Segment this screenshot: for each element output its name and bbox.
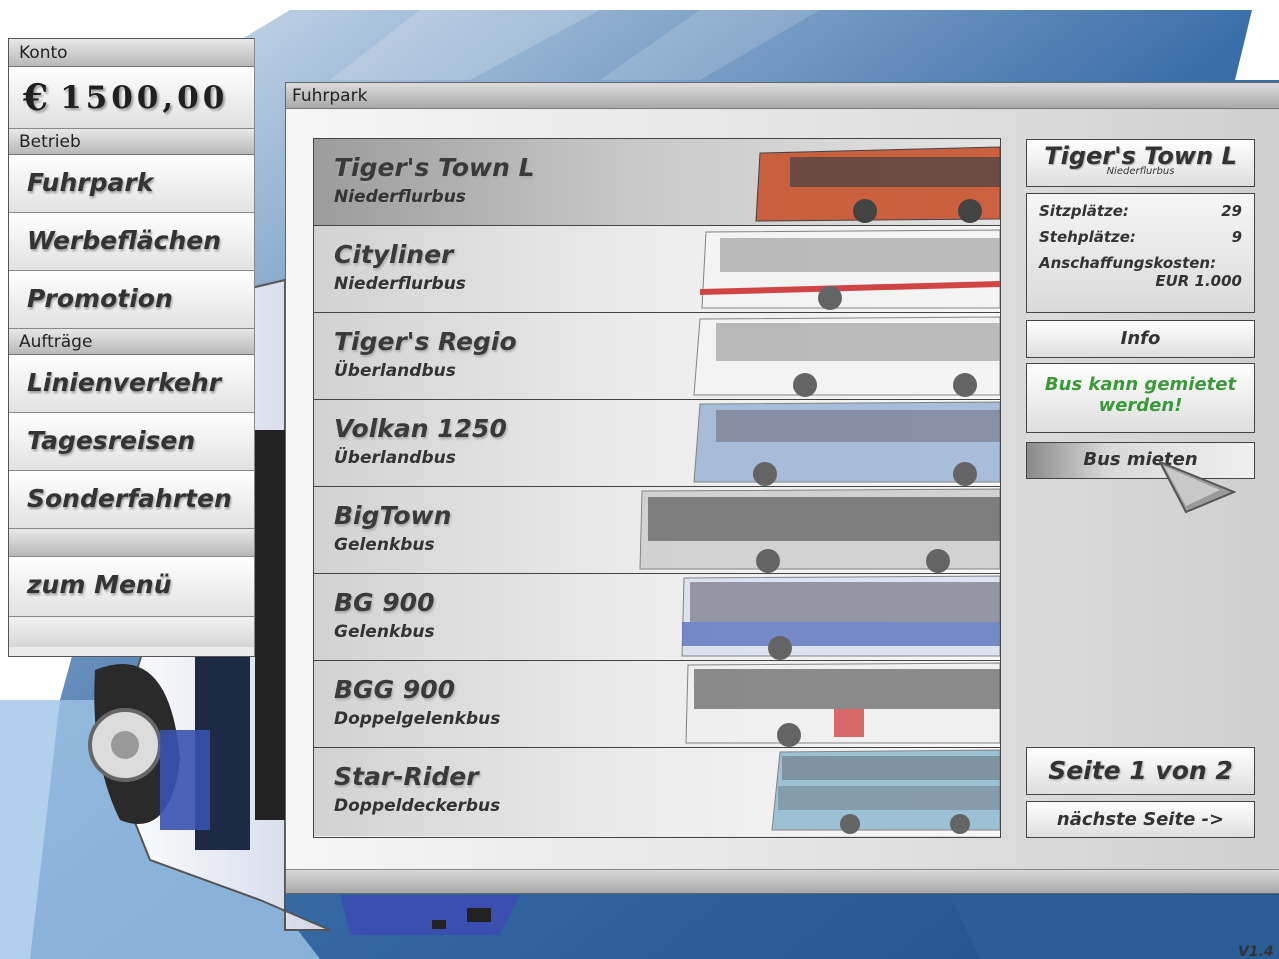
bus-type: Überlandbus	[334, 361, 456, 381]
seats-row: Sitzplätze: 29	[1039, 202, 1242, 228]
bus-image	[639, 488, 1000, 573]
bus-row[interactable]: Tiger's Regio Überlandbus	[314, 313, 1000, 400]
bus-list: Tiger's Town L Niederflurbus Cityliner N…	[313, 138, 1001, 838]
standing-value: 9	[1231, 228, 1242, 246]
next-page-button[interactable]: nächste Seite ->	[1026, 801, 1255, 838]
bus-image	[681, 575, 1000, 660]
bus-image	[771, 749, 1000, 834]
bus-row[interactable]: BGG 900 Doppelgelenkbus	[314, 661, 1000, 748]
menu-divider	[9, 529, 254, 557]
cost-label: Anschaffungskosten:	[1039, 254, 1217, 272]
page-indicator: Seite 1 von 2	[1026, 747, 1255, 795]
bus-image	[755, 146, 1000, 223]
menu-footer	[9, 617, 254, 647]
pointer-cursor-icon	[1158, 460, 1237, 514]
bus-name: Tiger's Town L	[334, 153, 535, 182]
bus-row[interactable]: BG 900 Gelenkbus	[314, 574, 1000, 661]
bus-type: Doppeldeckerbus	[334, 796, 501, 816]
left-menu: Konto € 1500,00 Betrieb Fuhrpark Werbefl…	[8, 38, 255, 657]
bus-name: BG 900	[334, 588, 435, 617]
standing-row: Stehplätze: 9	[1039, 228, 1242, 254]
bus-type: Niederflurbus	[334, 274, 466, 294]
bus-name: BGG 900	[334, 675, 455, 704]
bus-row[interactable]: Cityliner Niederflurbus	[314, 226, 1000, 313]
section-betrieb: Betrieb	[9, 129, 254, 155]
bus-row[interactable]: Star-Rider Doppeldeckerbus	[314, 748, 1000, 836]
bus-name: BigTown	[334, 501, 452, 530]
selected-bus-title: Tiger's Town L Niederflurbus	[1026, 139, 1255, 187]
menu-tagesreisen[interactable]: Tagesreisen	[9, 413, 254, 471]
menu-sonderfahrten[interactable]: Sonderfahrten	[9, 471, 254, 529]
bus-name: Tiger's Regio	[334, 327, 517, 356]
bus-image	[693, 401, 1000, 486]
seats-value: 29	[1221, 202, 1242, 220]
bus-name: Volkan 1250	[334, 414, 507, 443]
info-button[interactable]: Info	[1026, 320, 1255, 358]
standing-label: Stehplätze:	[1039, 228, 1136, 246]
menu-main-button[interactable]: zum Menü	[9, 557, 254, 617]
bus-type: Niederflurbus	[334, 187, 466, 207]
bus-type: Doppelgelenkbus	[334, 709, 501, 729]
bus-name: Star-Rider	[334, 762, 479, 791]
panel-title: Fuhrpark	[286, 83, 1279, 109]
version-label: V1.4	[1238, 944, 1274, 959]
cost-value: EUR 1.000	[1155, 272, 1242, 290]
bus-stats: Sitzplätze: 29 Stehplätze: 9 Anschaffung…	[1026, 193, 1255, 313]
bus-image	[700, 229, 1000, 310]
account-header: Konto	[9, 39, 254, 67]
section-auftraege: Aufträge	[9, 329, 254, 355]
bus-row[interactable]: BigTown Gelenkbus	[314, 487, 1000, 574]
bus-type: Gelenkbus	[334, 622, 435, 642]
menu-linienverkehr[interactable]: Linienverkehr	[9, 355, 254, 413]
menu-promotion[interactable]: Promotion	[9, 271, 254, 329]
menu-werbeflaechen[interactable]: Werbeflächen	[9, 213, 254, 271]
bus-image	[693, 316, 1000, 397]
seats-label: Sitzplätze:	[1039, 202, 1129, 220]
bus-row[interactable]: Volkan 1250 Überlandbus	[314, 400, 1000, 487]
menu-fuhrpark[interactable]: Fuhrpark	[9, 155, 254, 213]
balance-value: 1500,00	[60, 79, 229, 116]
rent-status-message: Bus kann gemietet werden!	[1026, 363, 1255, 433]
panel-footer	[286, 869, 1279, 893]
bus-image	[685, 662, 1000, 747]
euro-sign: €	[23, 76, 53, 119]
bus-type: Gelenkbus	[334, 535, 435, 555]
bus-row[interactable]: Tiger's Town L Niederflurbus	[314, 139, 1000, 226]
bus-type: Überlandbus	[334, 448, 456, 468]
account-balance: € 1500,00	[9, 67, 254, 129]
bus-name: Cityliner	[334, 240, 454, 269]
